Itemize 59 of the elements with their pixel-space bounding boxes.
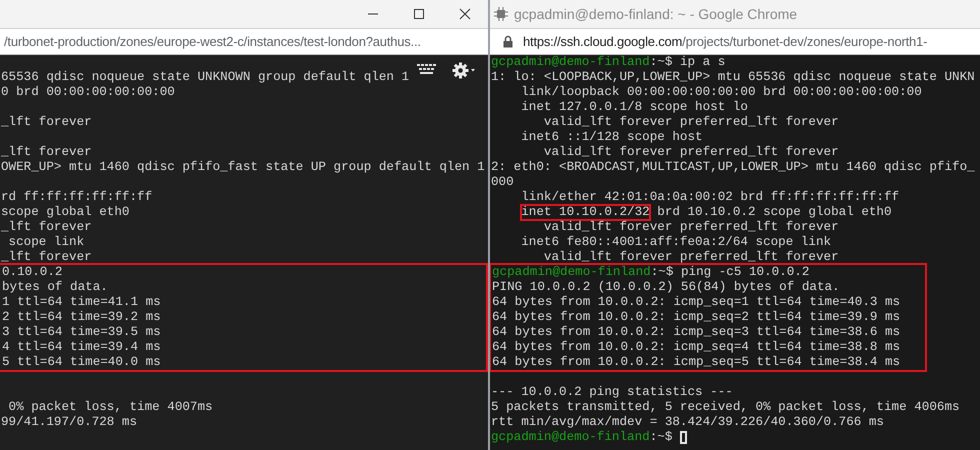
terminal-line: :~$ ip a s — [650, 55, 726, 70]
terminal-line: scope link — [8, 235, 84, 250]
prompt-text: gcpadmin@demo-finland — [491, 430, 650, 445]
terminal-line: 4 ttl=64 time=39.4 ms — [2, 340, 161, 355]
terminal-line: :~$ — [650, 430, 674, 445]
terminal-line: inet 127.0.0.1/8 scope host lo — [520, 100, 748, 115]
terminal-line: _lft forever — [1, 115, 92, 130]
terminal-line: brd 10.10.0.2 scope global eth0 — [656, 205, 892, 220]
terminal-line: 64 bytes from 10.0.0.2: icmp_seq=3 ttl=64 time=38.6 ms — [492, 325, 900, 340]
terminal-line: scope global eth0 — [1, 205, 130, 220]
terminal-line: rtt min/avg/max/mdev = 38.424/39.226/40.360/0.766 ms — [491, 415, 884, 430]
terminal-line: 000 — [491, 175, 514, 190]
lock-icon — [503, 35, 513, 48]
terminal-line: link/ether 42:01:0a:0a:00:02 brd ff:ff:ff:ff:ff:ff — [520, 190, 900, 205]
terminal-line: inet6 fe80::4001:aff:fe0a:2/64 scope link — [520, 235, 832, 250]
terminal-line: 0% packet loss, time 4007ms — [8, 400, 213, 415]
terminal-line: 5 packets transmitted, 5 received, 0% packet loss, time 4006ms — [491, 400, 960, 415]
terminal-line: PING 10.0.0.2 (10.0.0.2) 56(84) bytes of data. — [492, 280, 840, 295]
terminal-line: OWER_UP> mtu 1460 qdisc pfifo_fast state UP group default qlen 1 — [1, 160, 485, 175]
terminal-line: bytes of data. — [2, 280, 108, 295]
url-text: /turbonet-production/zones/europe-west2-c/instances/test-london?authus... — [4, 32, 421, 51]
keyboard-icon[interactable] — [417, 64, 437, 74]
prompt-text: gcpadmin@demo-finland — [491, 55, 650, 70]
prompt-text: gcpadmin@demo-finland — [492, 265, 651, 280]
terminal-line: 0.10.0.2 — [2, 265, 62, 280]
settings-icon[interactable] — [452, 62, 476, 79]
terminal-line: 99/41.197/0.728 ms — [1, 415, 138, 430]
terminal-line: 2: eth0: <BROADCAST,MULTICAST,UP,LOWER_UP> mtu 1460 qdisc pfifo_ — [491, 160, 975, 175]
terminal-line: :~$ ping -c5 10.0.0.2 — [650, 265, 810, 280]
terminal-line: 64 bytes from 10.0.0.2: icmp_seq=2 ttl=64 time=39.9 ms — [492, 310, 900, 325]
terminal-line: --- 10.0.0.2 ping statistics --- — [491, 385, 733, 400]
terminal-line: 2 ttl=64 time=39.2 ms — [2, 310, 161, 325]
terminal-line: 64 bytes from 10.0.0.2: icmp_seq=1 ttl=64 time=40.3 ms — [492, 295, 900, 310]
window-title: gcpadmin@demo-finland: ~ - Google Chrome — [514, 4, 798, 24]
terminal-line: _lft forever — [1, 250, 92, 265]
maximize-icon — [413, 8, 425, 20]
terminal-line: 3 ttl=64 time=39.5 ms — [2, 325, 161, 340]
terminal-line: 64 bytes from 10.0.0.2: icmp_seq=4 ttl=64 time=38.8 ms — [492, 340, 900, 355]
terminal-line: _lft forever — [1, 220, 92, 235]
highlighted-text: inet 10.10.0.2/32 — [521, 205, 650, 220]
terminal-line: inet6 ::1/128 scope host — [520, 130, 703, 145]
address-bar[interactable]: https://ssh.cloud.google.com/projects/turbonet-dev/zones/europe-north1- — [490, 28, 980, 55]
chip-icon — [494, 7, 508, 21]
terminal-line: 5 ttl=64 time=40.0 ms — [2, 355, 161, 370]
close-icon — [459, 8, 471, 20]
terminal-line: valid_lft forever preferred_lft forever — [542, 220, 839, 235]
terminal-line: 1: lo: <LOOPBACK,UP,LOWER_UP> mtu 65536 qdisc noqueue state UNKN — [491, 70, 975, 85]
address-bar[interactable]: /turbonet-production/zones/europe-west2-c/instances/test-london?authus... — [0, 28, 488, 55]
terminal-line: 0 brd 00:00:00:00:00:00 — [1, 85, 175, 100]
terminal-line: _lft forever — [1, 145, 92, 160]
terminal-line: valid_lft forever preferred_lft forever — [542, 250, 839, 265]
terminal-line: valid_lft forever preferred_lft forever — [542, 145, 839, 160]
terminal-line: 1 ttl=64 time=41.1 ms — [2, 295, 161, 310]
terminal-line: valid_lft forever preferred_lft forever — [542, 115, 839, 130]
terminal-line: rd ff:ff:ff:ff:ff:ff — [1, 190, 152, 205]
terminal-line: link/loopback 00:00:00:00:00:00 brd 00:00:00:00:00:00 — [520, 85, 922, 100]
url-text: https://ssh.cloud.google.com/projects/turbonet-dev/zones/europe-north1- — [523, 32, 928, 51]
terminal-line: 65536 qdisc noqueue state UNKNOWN group default qlen 1 — [1, 70, 410, 85]
terminal-line: 64 bytes from 10.0.0.2: icmp_seq=5 ttl=64 time=38.4 ms — [492, 355, 900, 370]
